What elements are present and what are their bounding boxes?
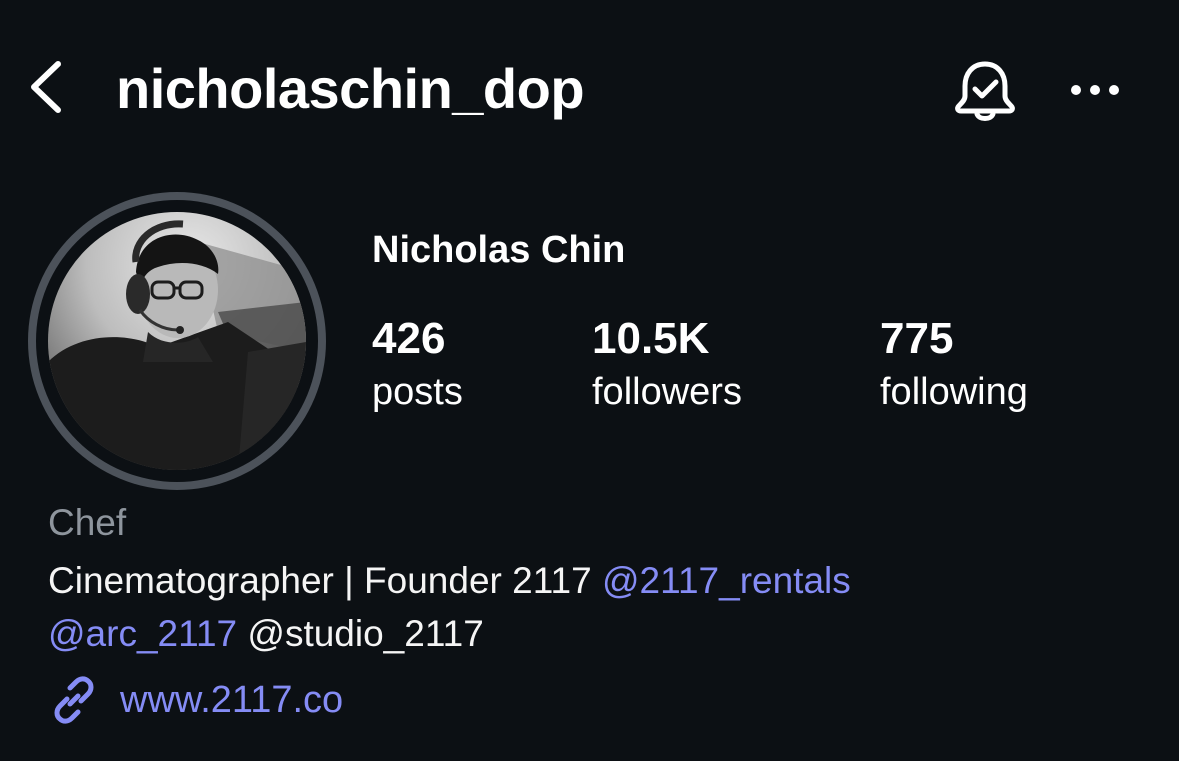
stat-posts-label: posts — [372, 371, 463, 413]
avatar[interactable] — [48, 212, 306, 470]
stat-posts-count: 426 — [372, 314, 446, 363]
bell-check-icon — [955, 61, 1015, 121]
back-button[interactable] — [22, 54, 70, 120]
stat-posts[interactable]: 426 posts — [372, 312, 463, 418]
stat-following[interactable]: 775 following — [880, 312, 1028, 418]
top-navigation-bar: nicholaschin_dop — [0, 0, 1179, 180]
stat-followers[interactable]: 10.5K followers — [592, 312, 742, 418]
profile-display-name: Nicholas Chin — [372, 229, 626, 271]
bio-text-studio: @studio_2117 — [237, 613, 484, 654]
bio-text: Cinematographer | Founder 2117 — [48, 560, 602, 601]
avatar-photo — [48, 212, 306, 470]
stat-following-count: 775 — [880, 314, 954, 363]
mention-link-rentals[interactable]: @2117_rentals — [602, 560, 851, 601]
profile-category: Chef — [48, 502, 127, 543]
avatar-ring[interactable] — [28, 192, 326, 490]
notifications-button[interactable] — [950, 56, 1020, 126]
ellipsis-horizontal-icon — [1071, 85, 1119, 95]
profile-username: nicholaschin_dop — [116, 57, 585, 120]
stat-followers-label: followers — [592, 371, 742, 413]
profile-bio: Cinematographer | Founder 2117 @2117_ren… — [48, 554, 1148, 660]
website-url: www.2117.co — [120, 679, 344, 721]
stat-following-label: following — [880, 371, 1028, 413]
mention-link-arc[interactable]: @arc_2117 — [48, 613, 237, 654]
stat-followers-count: 10.5K — [592, 314, 710, 363]
website-link[interactable]: www.2117.co — [48, 670, 343, 730]
chevron-left-icon — [31, 61, 61, 113]
more-options-button[interactable] — [1066, 70, 1126, 110]
link-icon — [54, 676, 94, 724]
